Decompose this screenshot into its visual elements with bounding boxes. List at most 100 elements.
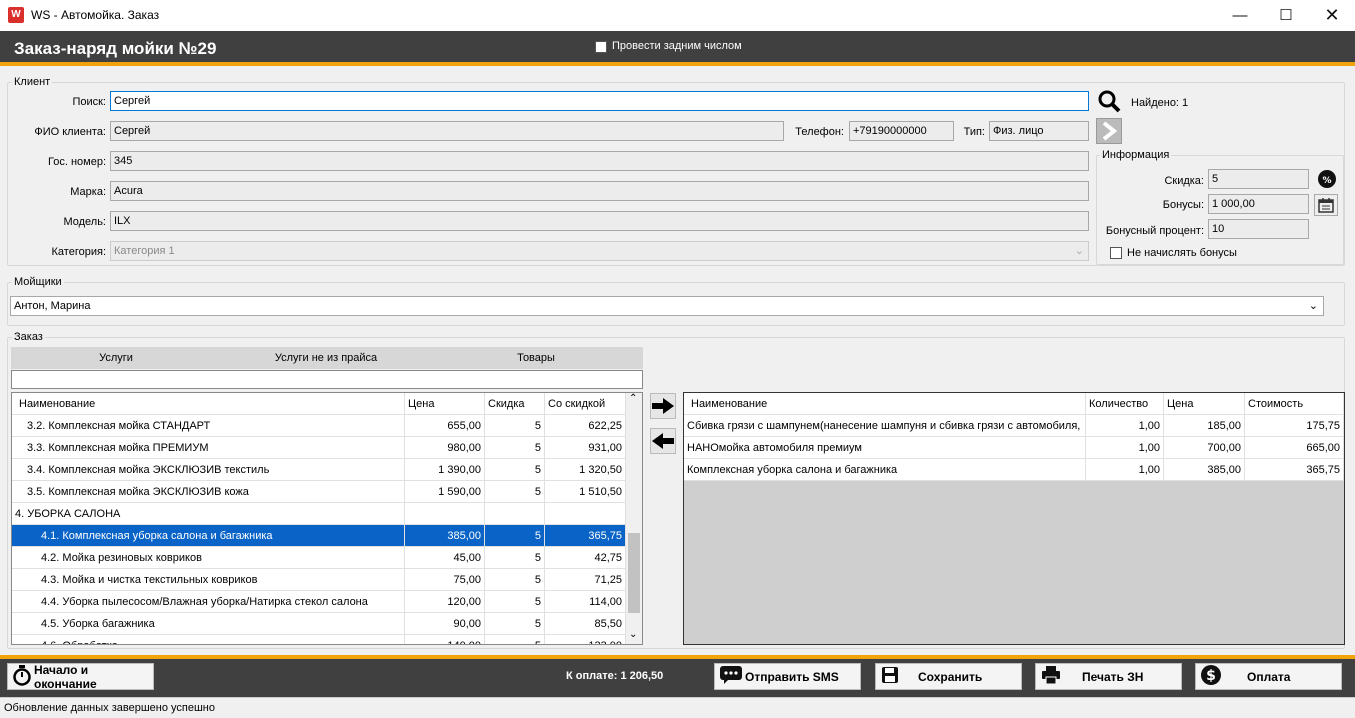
price-row-discount: 5 [485,459,545,481]
cart-row-name: НАНОмойка автомобиля премиум [684,437,1086,459]
print-order-button[interactable]: Печать ЗН [1035,663,1182,690]
cart-col-qty-header[interactable]: Количество [1086,393,1164,415]
percent-icon[interactable]: % [1314,166,1340,192]
col-price-header[interactable]: Цена [405,393,485,415]
pay-button[interactable]: $ Оплата [1195,663,1342,690]
total-to-pay: К оплате: 1 206,50 [566,670,664,682]
cart-table-header: Наименование Количество Цена Стоимость [684,393,1344,415]
cart-row-cost: 175,75 [1245,415,1344,437]
cart-col-price-header[interactable]: Цена [1164,393,1245,415]
add-arrow-icon[interactable] [650,393,676,419]
bonus-field[interactable]: 1 000,00 [1208,194,1309,214]
chevron-right-icon[interactable] [1096,118,1122,144]
price-row-price: 45,00 [405,547,485,569]
price-row-final: 365,75 [545,525,626,547]
price-row-discount: 5 [485,525,545,547]
price-row-price: 140,00 [405,635,485,644]
backdate-checkbox[interactable] [595,41,607,53]
client-name-field[interactable]: Сергей [110,121,784,141]
price-row[interactable]: 3.2. Комплексная мойка СТАНДАРТ 655,00 5 62… [12,415,626,437]
washers-legend: Мойщики [12,276,64,288]
calendar-icon[interactable] [1314,194,1338,216]
cart-row-qty: 1,00 [1086,415,1164,437]
cart-row-cost: 665,00 [1245,437,1344,459]
price-row[interactable]: 4.6. Обработка ...140,005133,00 [12,635,626,644]
start-end-button[interactable]: Начало и окончание [7,663,154,691]
price-row-final: 1 510,50 [545,481,626,503]
discount-label: Скидка: [1164,175,1204,187]
price-row[interactable]: 4. УБОРКА САЛОНА [12,503,626,525]
cart-row[interactable]: Комплексная уборка салона и багажника 1,0… [684,459,1344,481]
cart-col-name-header[interactable]: Наименование [684,393,1086,415]
maximize-button[interactable]: ☐ [1263,0,1309,31]
price-row[interactable]: 4.3. Мойка и чистка текстильных ковриков… [12,569,626,591]
price-row-name: 3.2. Комплексная мойка СТАНДАРТ [12,415,405,437]
cart-col-cost-header[interactable]: Стоимость [1245,393,1344,415]
cart-row-price: 385,00 [1164,459,1245,481]
client-type-field[interactable]: Физ. лицо [989,121,1089,141]
remove-arrow-icon[interactable] [650,428,676,454]
price-row-discount [485,503,545,525]
price-table-scrollbar[interactable]: ⌃ ⌄ [626,393,642,644]
send-sms-button[interactable]: Отправить SMS [714,663,861,690]
cart-row[interactable]: НАНОмойка автомобиля премиум 1,00 700,00 66… [684,437,1344,459]
info-legend: Информация [1100,149,1172,161]
price-row-discount: 5 [485,415,545,437]
col-final-header[interactable]: Со скидкой [545,393,626,415]
price-row-final: 114,00 [545,591,626,613]
price-row-name: 4.3. Мойка и чистка текстильных ковриков [12,569,405,591]
plate-field[interactable]: 345 [110,151,1089,171]
no-bonus-checkbox[interactable] [1110,247,1122,259]
tab-services[interactable]: Услуги [71,352,161,364]
price-row-price: 385,00 [405,525,485,547]
price-row[interactable]: 4.4. Уборка пылесосом/Влажная уборка/Нат… [12,591,626,613]
cart-row-cost: 365,75 [1245,459,1344,481]
minimize-button[interactable]: — [1217,0,1263,31]
search-icon[interactable] [1096,88,1122,114]
bonus-percent-label: Бонусный процент: [1105,225,1204,237]
price-row-price: 75,00 [405,569,485,591]
washers-select[interactable]: Антон, Марина ⌄ [10,296,1324,316]
phone-field[interactable]: +79190000000 [849,121,954,141]
price-filter-input[interactable] [11,370,643,389]
bonus-percent-field[interactable]: 10 [1208,219,1309,239]
discount-field[interactable]: 5 [1208,169,1309,189]
save-button[interactable]: Сохранить [875,663,1022,690]
search-input[interactable]: Сергей [110,91,1089,111]
scroll-up-icon[interactable]: ⌃ [629,393,637,404]
tab-custom-services[interactable]: Услуги не из прайса [261,352,391,364]
close-button[interactable]: ✕ [1309,0,1355,31]
scroll-down-icon[interactable]: ⌄ [629,629,637,640]
plate-label: Гос. номер: [48,156,106,168]
brand-field[interactable]: Acura [110,181,1089,201]
category-select[interactable]: Категория 1 ⌄ [110,241,1089,261]
price-row-discount: 5 [485,481,545,503]
price-row-name: 4.1. Комплексная уборка салона и багажни… [12,525,405,547]
tab-goods[interactable]: Товары [496,352,576,364]
search-label: Поиск: [72,96,106,108]
chevron-down-icon: ⌄ [1074,245,1084,257]
col-discount-header[interactable]: Скидка [485,393,545,415]
price-row[interactable]: 3.3. Комплексная мойка ПРЕМИУМ 980,00 5 931… [12,437,626,459]
model-field[interactable]: ILX [110,211,1089,231]
cart-row-price: 700,00 [1164,437,1245,459]
price-row-name: 4.2. Мойка резиновых ковриков [12,547,405,569]
scroll-thumb[interactable] [628,533,640,613]
price-row-name: 3.4. Комплексная мойка ЭКСКЛЮЗИВ текстил… [12,459,405,481]
cart-row-name: Сбивка грязи с шампунем(нанесение шампун… [684,415,1086,437]
cart-row[interactable]: Сбивка грязи с шампунем(нанесение шампун… [684,415,1344,437]
price-row[interactable]: 4.1. Комплексная уборка салона и багажни… [12,525,626,547]
price-table-header: Наименование Цена Скидка Со скидкой [12,393,626,415]
col-name-header[interactable]: Наименование [12,393,405,415]
dollar-icon: $ [1200,664,1222,689]
price-row[interactable]: 3.4. Комплексная мойка ЭКСКЛЮЗИВ текстил… [12,459,626,481]
price-row[interactable]: 4.2. Мойка резиновых ковриков 45,00 5 42,75 [12,547,626,569]
save-label: Сохранить [918,669,983,684]
price-row-price: 120,00 [405,591,485,613]
price-row[interactable]: 4.5. Уборка багажника 90,00 5 85,50 [12,613,626,635]
phone-label: Телефон: [795,126,844,138]
no-bonus-label: Не начислять бонусы [1127,247,1237,259]
price-row[interactable]: 3.5. Комплексная мойка ЭКСКЛЮЗИВ кожа 1 5… [12,481,626,503]
svg-text:%: % [1322,176,1331,186]
price-table: Наименование Цена Скидка Со скидкой 3.2.… [11,392,643,645]
